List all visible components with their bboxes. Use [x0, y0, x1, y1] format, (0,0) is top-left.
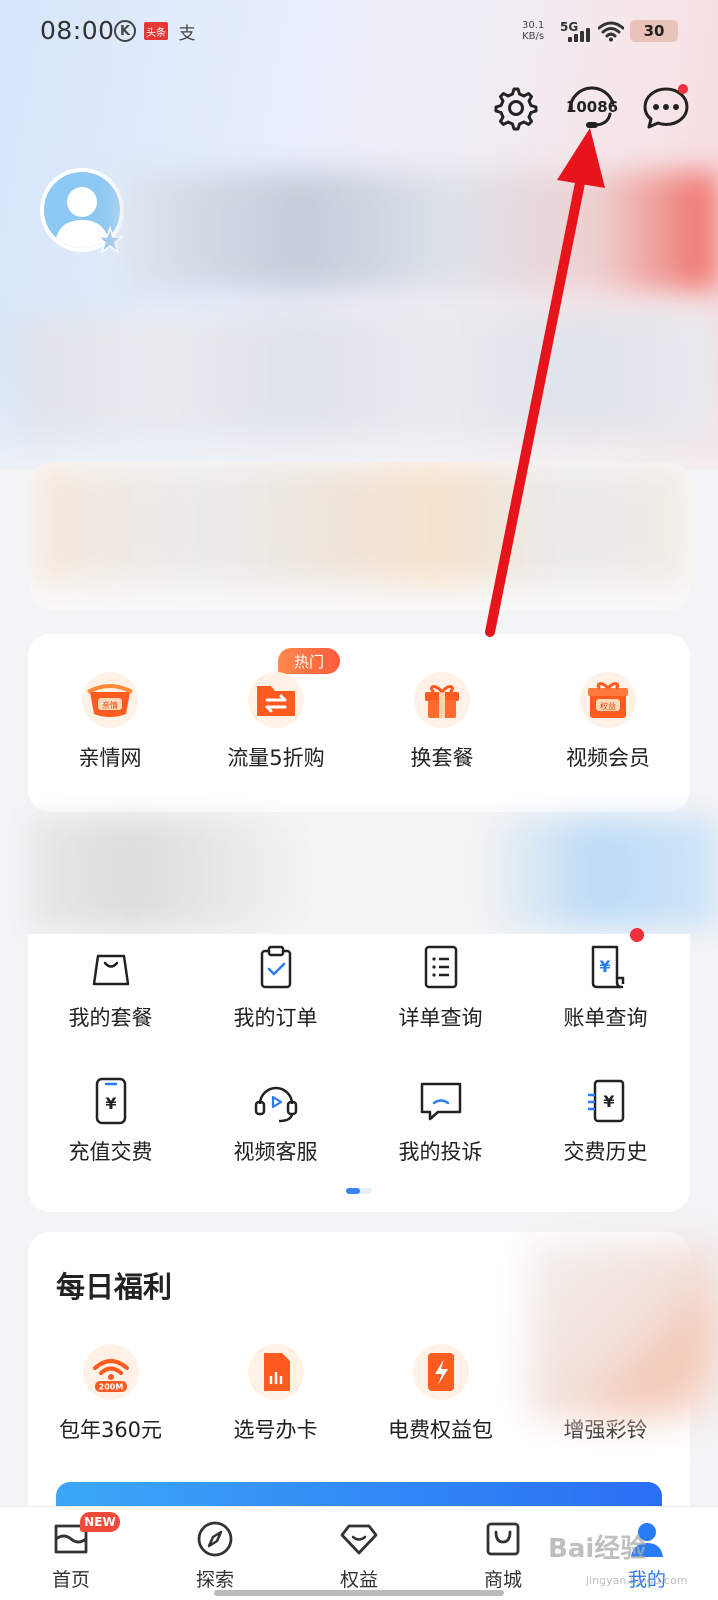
sim-card-icon	[247, 1344, 304, 1400]
welfare-label: 电费权益包	[388, 1418, 493, 1442]
wifi-icon	[598, 21, 624, 42]
welfare-annual-plan[interactable]: 200M 包年360元	[28, 1344, 193, 1444]
welfare-label: 包年360元	[58, 1418, 163, 1442]
service-payment-history[interactable]: ¥ 交费历史	[523, 1078, 688, 1166]
benefit-gift-icon: 权益	[580, 672, 636, 728]
headset-play-icon	[253, 1078, 299, 1124]
blurred-banner-card[interactable]	[30, 462, 690, 610]
customer-service-number: 10086	[565, 98, 619, 116]
alipay-app-icon: 支	[178, 23, 196, 44]
quick-item-family-net[interactable]: 亲情 亲情网	[30, 672, 190, 772]
service-label: 我的投诉	[398, 1140, 483, 1164]
toutiao-app-icon: 头条	[144, 22, 168, 40]
service-video-support[interactable]: 视频客服	[193, 1078, 358, 1166]
nav-label: 首页	[51, 1569, 90, 1591]
gift-box-icon	[414, 672, 470, 728]
quick-item-label: 换套餐	[410, 746, 474, 770]
service-label: 视频客服	[233, 1140, 318, 1164]
member-star-icon	[96, 226, 124, 254]
nav-label: 商城	[483, 1569, 522, 1591]
k-app-icon: K	[114, 20, 136, 42]
payment-history-icon: ¥	[583, 1078, 629, 1124]
service-detail-query[interactable]: 详单查询	[358, 944, 523, 1032]
blurred-banner-content	[30, 462, 690, 586]
service-my-orders[interactable]: 我的订单	[193, 944, 358, 1032]
bill-yuan-icon: ¥	[583, 944, 629, 990]
settings-button[interactable]	[490, 84, 538, 132]
battery-indicator: 30	[630, 20, 678, 42]
service-label: 交费历史	[563, 1140, 648, 1164]
service-bill-query[interactable]: ¥ 账单查询	[523, 944, 688, 1032]
nav-explore[interactable]: 探索	[165, 1519, 265, 1592]
welfare-label: 增强彩铃	[563, 1418, 648, 1442]
nav-label: 探索	[195, 1569, 234, 1591]
blurred-promo-banner	[30, 818, 718, 928]
svg-text:¥: ¥	[105, 1094, 116, 1113]
blurred-profile-info	[124, 172, 718, 290]
nav-label: 权益	[339, 1569, 378, 1591]
gear-icon	[494, 87, 538, 131]
quick-item-label: 亲情网	[78, 746, 142, 770]
service-complaint[interactable]: 我的投诉	[358, 1078, 523, 1166]
welfare-label: 选号办卡	[233, 1418, 318, 1442]
service-label: 账单查询	[563, 1006, 648, 1030]
hot-badge: 热门	[278, 648, 340, 674]
data-folder-icon	[248, 672, 304, 728]
signal-bars-icon	[566, 26, 590, 42]
service-label: 我的套餐	[68, 1006, 153, 1030]
clipboard-check-icon	[253, 944, 299, 990]
wifi-200m-tag: 200M	[98, 1383, 123, 1392]
store-bag-icon	[483, 1519, 523, 1559]
nav-store[interactable]: 商城	[453, 1519, 553, 1592]
blurred-welfare-ad	[528, 1240, 718, 1418]
gesture-home-bar[interactable]	[214, 1590, 504, 1596]
service-label: 我的订单	[233, 1006, 318, 1030]
quick-item-label: 视频会员	[566, 746, 650, 770]
customer-service-button[interactable]: 10086	[564, 84, 620, 132]
service-recharge[interactable]: ¥ 充值交费	[28, 1077, 193, 1166]
status-time: 08:00	[40, 16, 115, 45]
services-page-indicator	[346, 1188, 372, 1194]
network-speed-value: 30.1	[522, 20, 545, 31]
document-list-icon	[418, 944, 464, 990]
service-badge-dot	[630, 928, 644, 942]
shopping-bag-icon	[88, 944, 134, 990]
message-badge-dot	[678, 84, 688, 94]
phone-yuan-icon: ¥	[88, 1077, 134, 1125]
wifi-200m-icon: 200M	[82, 1344, 139, 1400]
quick-item-data-discount[interactable]: 流量5折购	[196, 672, 356, 772]
daily-welfare-title: 每日福利	[56, 1270, 173, 1304]
service-label: 充值交费	[68, 1140, 153, 1164]
welfare-electricity-pack[interactable]: 电费权益包	[358, 1344, 523, 1444]
service-my-plan[interactable]: 我的套餐	[28, 944, 193, 1032]
diamond-icon	[339, 1519, 379, 1559]
network-speed-unit: KB/s	[522, 31, 545, 42]
family-net-tag: 亲情	[102, 700, 118, 710]
quick-item-video-member[interactable]: 权益 视频会员	[528, 672, 688, 772]
messages-button[interactable]	[642, 84, 690, 132]
electricity-icon	[412, 1344, 469, 1400]
watermark-logo: Bai经验	[548, 1534, 647, 1564]
welfare-number-card[interactable]: 选号办卡	[193, 1344, 358, 1444]
blurred-account-stats	[18, 312, 718, 436]
compass-icon	[195, 1519, 235, 1559]
family-net-icon: 亲情	[82, 672, 138, 728]
watermark-url: jingyan.baidu.com	[586, 1574, 688, 1587]
svg-text:¥: ¥	[599, 957, 610, 976]
quick-item-change-plan[interactable]: 换套餐	[362, 672, 522, 772]
nav-benefits[interactable]: 权益	[309, 1519, 409, 1592]
svg-text:¥: ¥	[603, 1092, 614, 1111]
network-speed: 30.1 KB/s	[522, 20, 544, 42]
new-badge: NEW	[80, 1512, 120, 1532]
quick-item-label: 流量5折购	[227, 746, 325, 770]
video-member-tag: 权益	[600, 701, 616, 711]
service-label: 详单查询	[398, 1006, 483, 1030]
status-bar: 08:00 K 头条 支 30.1 KB/s 5G 30	[0, 0, 718, 62]
chat-complaint-icon	[418, 1078, 464, 1124]
